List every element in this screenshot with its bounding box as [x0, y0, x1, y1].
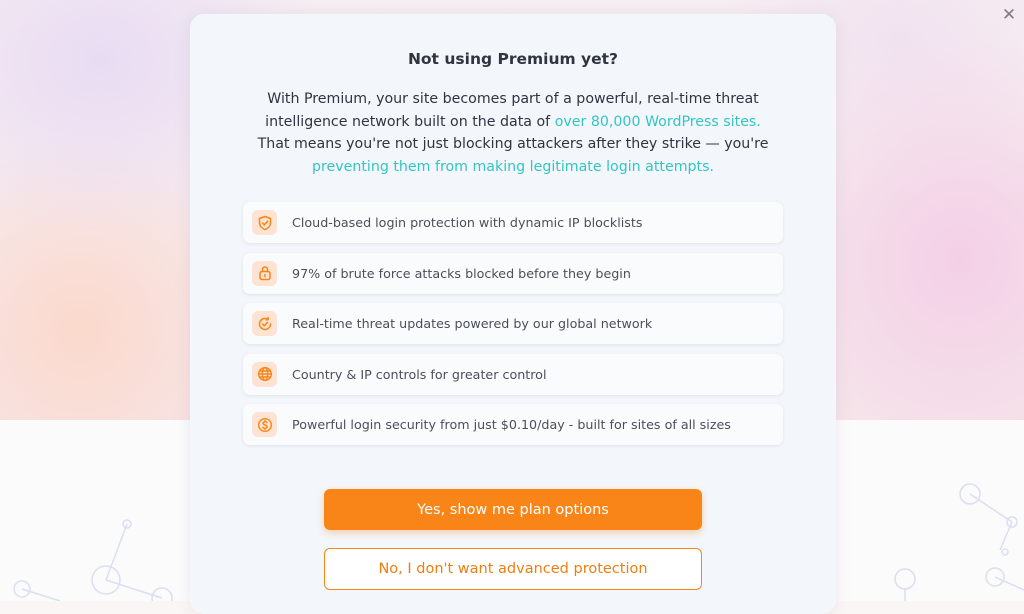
- description-text-2: That means you're not just blocking atta…: [257, 136, 769, 152]
- feature-item-pricing: Powerful login security from just $0.10/…: [243, 404, 783, 445]
- show-plan-options-button[interactable]: Yes, show me plan options: [324, 489, 702, 530]
- description-highlight-prevent: preventing them from making legitimate l…: [311, 158, 715, 175]
- feature-label: Real-time threat updates powered by our …: [292, 316, 653, 331]
- feature-list: Cloud-based login protection with dynami…: [243, 202, 783, 455]
- feature-item-cloud-protection: Cloud-based login protection with dynami…: [243, 202, 783, 243]
- feature-label: Country & IP controls for greater contro…: [292, 366, 547, 382]
- modal-description: With Premium, your site becomes part of …: [248, 88, 778, 178]
- shield-check-icon: [252, 210, 277, 235]
- refresh-check-icon: [252, 311, 277, 336]
- premium-upsell-modal: Not using Premium yet? With Premium, you…: [190, 14, 836, 614]
- feature-label: Cloud-based login protection with dynami…: [292, 215, 643, 230]
- close-icon[interactable]: ✕: [998, 4, 1020, 26]
- description-highlight-sites: over 80,000 WordPress sites.: [554, 113, 761, 130]
- globe-icon: [252, 361, 277, 387]
- feature-item-threat-updates: Real-time threat updates powered by our …: [243, 303, 783, 344]
- modal-title: Not using Premium yet?: [407, 50, 619, 68]
- dollar-icon: [252, 412, 277, 437]
- feature-item-country-ip: Country & IP controls for greater contro…: [243, 353, 783, 395]
- feature-label: 97% of brute force attacks blocked befor…: [292, 265, 631, 281]
- feature-item-brute-force: 97% of brute force attacks blocked befor…: [243, 252, 783, 294]
- lock-icon: [252, 260, 277, 286]
- decline-protection-button[interactable]: No, I don't want advanced protection: [324, 548, 702, 590]
- feature-label: Powerful login security from just $0.10/…: [292, 417, 731, 432]
